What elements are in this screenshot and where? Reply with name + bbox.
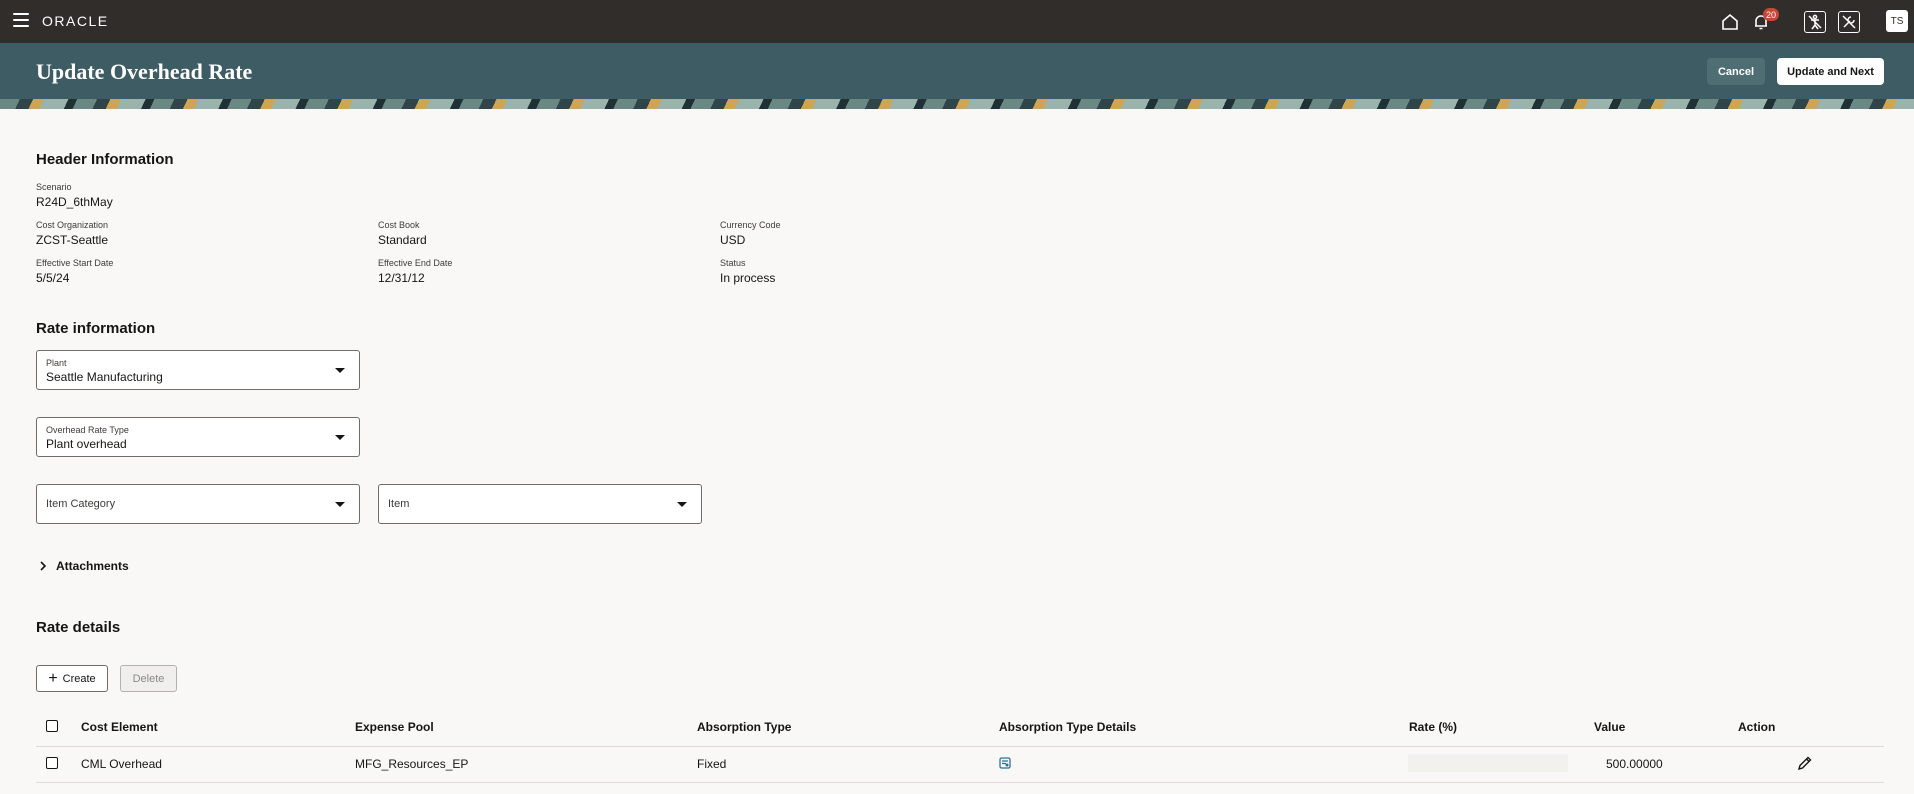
plant-label: Plant — [46, 358, 67, 368]
column-expense-pool[interactable]: Expense Pool — [355, 720, 434, 734]
effective-start-date-value: 5/5/24 — [36, 271, 70, 285]
item-category-placeholder: Item Category — [46, 498, 116, 510]
column-action: Action — [1738, 720, 1776, 734]
chevron-down-icon — [335, 368, 345, 373]
home-icon[interactable] — [1719, 11, 1741, 33]
status-value: In process — [720, 271, 776, 285]
notification-badge: 20 — [1763, 8, 1780, 21]
table-row-divider — [36, 782, 1884, 783]
effective-end-date-label: Effective End Date — [378, 258, 453, 268]
column-cost-element[interactable]: Cost Element — [81, 720, 158, 734]
cancel-button[interactable]: Cancel — [1707, 58, 1765, 85]
page-header: Update Overhead Rate Cancel Update and N… — [0, 43, 1914, 109]
create-button[interactable]: + Create — [36, 665, 108, 692]
cost-book-value: Standard — [378, 233, 427, 247]
status-label: Status — [720, 258, 746, 268]
plus-icon: + — [48, 669, 58, 687]
absorption-type-cell: Fixed — [697, 757, 727, 771]
cost-book-label: Cost Book — [378, 220, 420, 230]
currency-code-value: USD — [720, 233, 746, 247]
accessibility-off-icon[interactable] — [1804, 11, 1826, 33]
effective-end-date-value: 12/31/12 — [378, 271, 425, 285]
rate-information-title: Rate information — [36, 320, 156, 337]
chevron-down-icon — [335, 502, 345, 507]
overhead-rate-type-select[interactable]: Overhead Rate Type Plant overhead — [36, 417, 360, 457]
select-all-checkbox[interactable] — [46, 720, 58, 732]
scenario-value: R24D_6thMay — [36, 195, 113, 209]
chevron-down-icon — [335, 435, 345, 440]
rate-details-title: Rate details — [36, 619, 121, 636]
global-header: ORACLE 20 TS — [0, 0, 1914, 43]
attachments-label: Attachments — [56, 559, 129, 573]
rate-input[interactable] — [1408, 754, 1568, 772]
pencil-icon[interactable] — [1796, 755, 1813, 772]
update-and-next-button[interactable]: Update and Next — [1777, 58, 1884, 85]
column-absorption-type-details[interactable]: Absorption Type Details — [999, 720, 1136, 734]
item-select[interactable]: Item — [378, 484, 702, 524]
value-cell: 500.00000 — [1606, 757, 1663, 771]
chevron-right-icon — [40, 561, 47, 571]
scenario-label: Scenario — [36, 182, 72, 192]
column-rate[interactable]: Rate (%) — [1409, 720, 1457, 734]
plant-value: Seattle Manufacturing — [46, 370, 163, 384]
delete-button[interactable]: Delete — [120, 665, 177, 692]
chevron-down-icon — [677, 502, 687, 507]
overhead-rate-type-value: Plant overhead — [46, 437, 127, 451]
header-information-title: Header Information — [36, 151, 174, 168]
item-category-select[interactable]: Item Category — [36, 484, 360, 524]
menu-icon[interactable] — [13, 13, 29, 27]
cost-organization-label: Cost Organization — [36, 220, 109, 230]
avatar[interactable]: TS — [1886, 10, 1908, 32]
overhead-rate-type-label: Overhead Rate Type — [46, 425, 129, 435]
tools-off-icon[interactable] — [1838, 11, 1860, 33]
column-absorption-type[interactable]: Absorption Type — [697, 720, 791, 734]
page-title: Update Overhead Rate — [36, 59, 253, 84]
create-label: Create — [62, 672, 96, 685]
header-decoration — [0, 99, 1914, 109]
cost-organization-value: ZCST-Seattle — [36, 233, 109, 247]
expense-pool-cell: MFG_Resources_EP — [355, 757, 469, 771]
oracle-logo[interactable]: ORACLE — [42, 13, 109, 29]
plant-select[interactable]: Plant Seattle Manufacturing — [36, 350, 360, 390]
table-header-divider — [36, 746, 1884, 747]
attachments-toggle[interactable]: Attachments — [38, 559, 129, 573]
effective-start-date-label: Effective Start Date — [36, 258, 114, 268]
item-placeholder: Item — [388, 498, 410, 510]
currency-code-label: Currency Code — [720, 220, 781, 230]
row-checkbox[interactable] — [46, 757, 58, 769]
details-icon[interactable] — [999, 757, 1011, 769]
column-value[interactable]: Value — [1594, 720, 1625, 734]
cost-element-cell: CML Overhead — [81, 757, 162, 771]
